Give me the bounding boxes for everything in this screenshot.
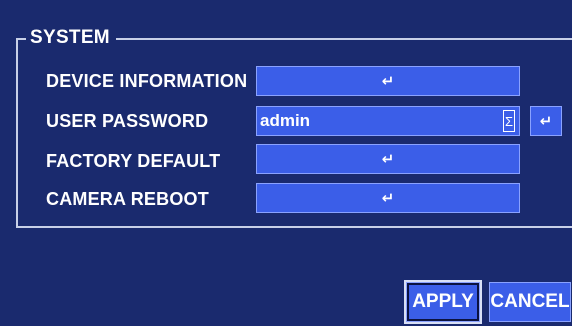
device-information-label: DEVICE INFORMATION — [46, 71, 248, 91]
factory-default-label: FACTORY DEFAULT — [46, 151, 221, 171]
device-information-button[interactable]: ↵ — [256, 66, 520, 96]
enter-icon: ↵ — [381, 188, 395, 207]
virtual-keyboard-icon[interactable]: Σ — [503, 110, 515, 132]
user-password-label: USER PASSWORD — [46, 111, 209, 131]
factory-default-button[interactable]: ↵ — [256, 144, 520, 174]
user-password-enter-button[interactable]: ↵ — [530, 106, 562, 136]
section-title: SYSTEM — [26, 27, 116, 49]
user-password-field[interactable]: admin Σ — [256, 106, 520, 136]
camera-reboot-label: CAMERA REBOOT — [46, 189, 209, 209]
cancel-button[interactable]: CANCEL — [489, 282, 571, 322]
camera-reboot-button[interactable]: ↵ — [256, 183, 520, 213]
user-password-value: admin — [260, 111, 311, 130]
apply-button[interactable]: APPLY — [404, 280, 482, 324]
enter-icon: ↵ — [381, 149, 395, 168]
enter-icon: ↵ — [381, 71, 395, 90]
enter-icon: ↵ — [539, 111, 553, 130]
